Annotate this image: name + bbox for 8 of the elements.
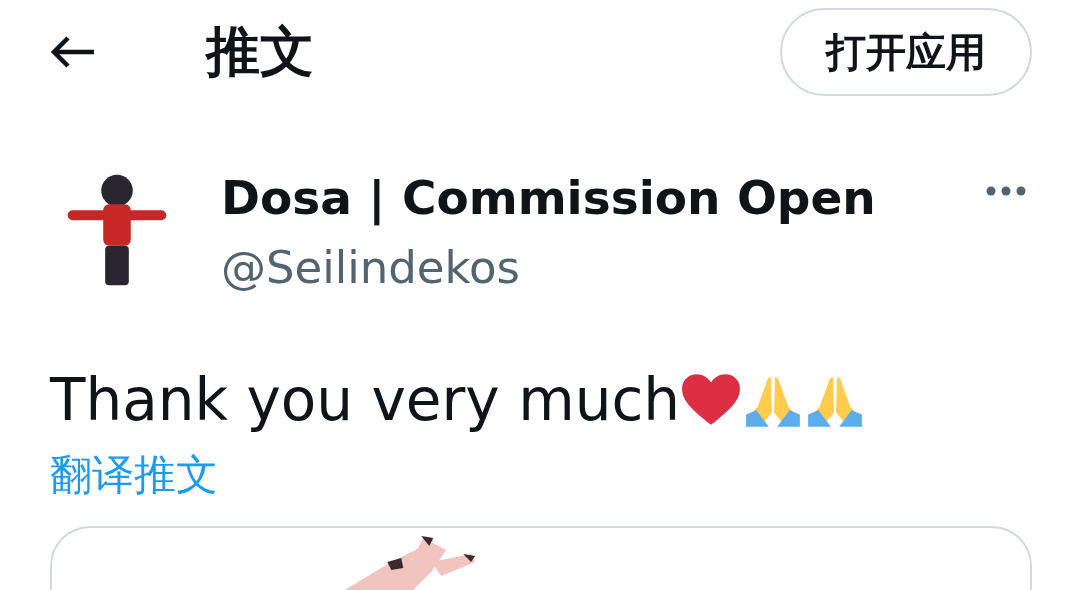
tweet-text: Thank you very much: [50, 365, 681, 436]
back-arrow-icon[interactable]: [50, 36, 96, 68]
open-app-button[interactable]: 打开应用: [780, 8, 1032, 96]
author-name[interactable]: Dosa | Commission Open: [221, 168, 986, 228]
more-options-icon[interactable]: [986, 186, 1026, 196]
page-title: 推文: [206, 18, 315, 85]
author-handle[interactable]: @Seilindekos: [221, 236, 986, 300]
heart-icon: [680, 373, 743, 427]
